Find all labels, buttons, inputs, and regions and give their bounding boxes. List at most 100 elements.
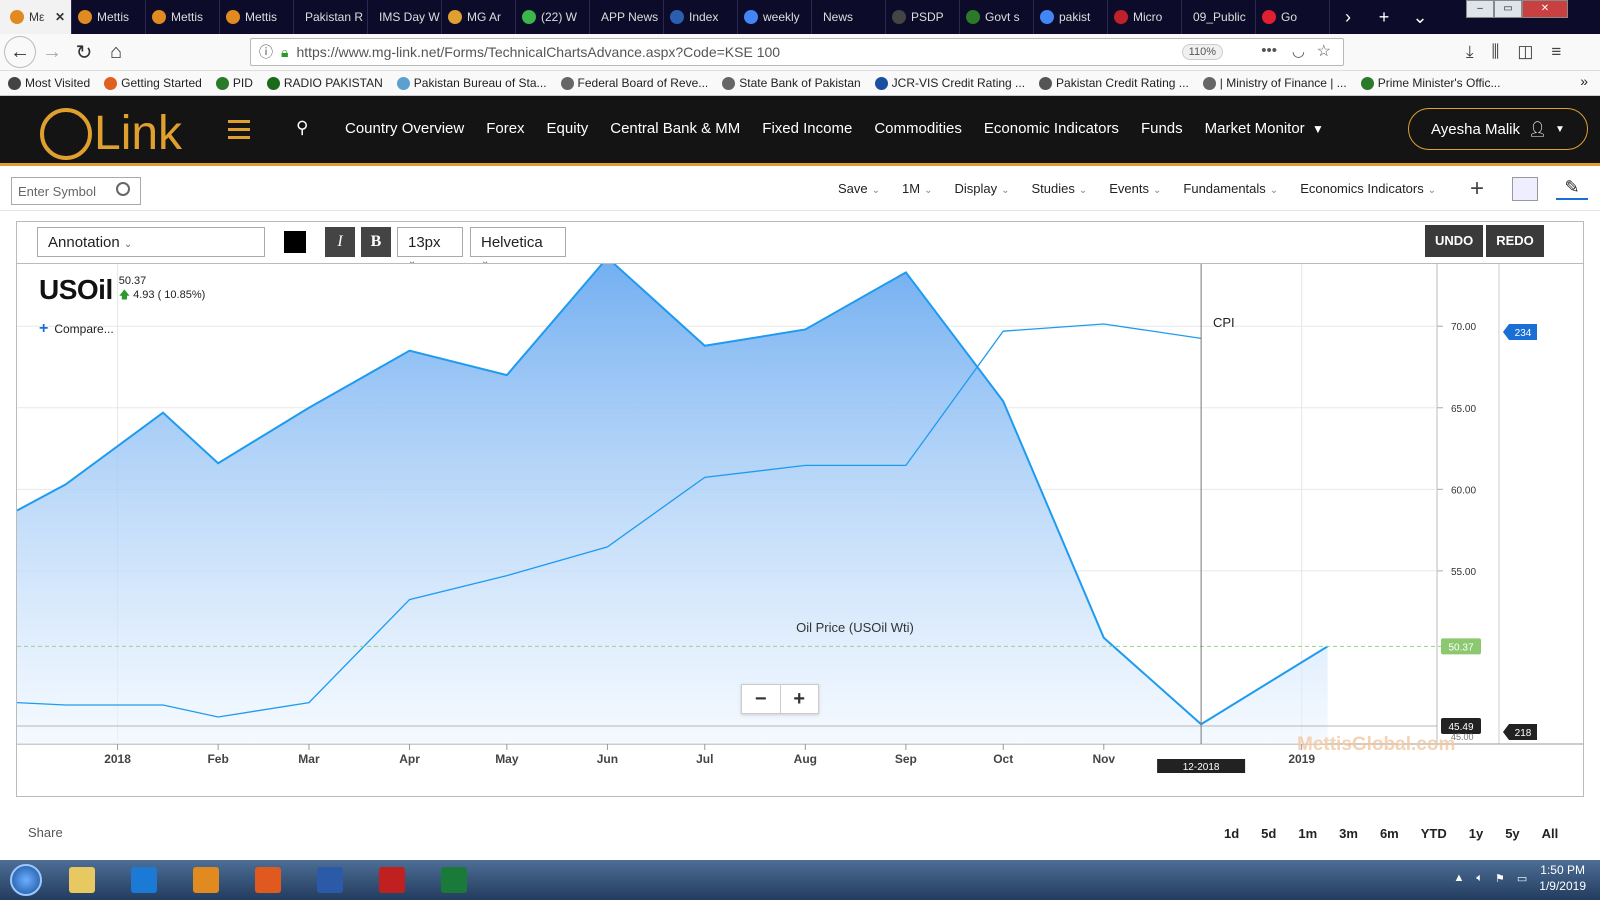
nav-item[interactable]: Central Bank & MM: [610, 120, 740, 137]
new-tab-icon[interactable]: +: [1366, 0, 1402, 34]
browser-tab[interactable]: IMS Day W: [368, 0, 442, 34]
browser-tab[interactable]: 09_Public: [1182, 0, 1256, 34]
library-icon[interactable]: ⫼: [1492, 42, 1500, 62]
nav-item[interactable]: Forex: [486, 120, 524, 137]
user-menu-button[interactable]: Ayesha Malik 👤︎ ▼: [1408, 108, 1588, 150]
range-button[interactable]: YTD: [1421, 826, 1447, 841]
pocket-icon[interactable]: ◡: [1292, 42, 1305, 60]
zoom-out-icon[interactable]: −: [742, 685, 781, 713]
chart-tool-menu[interactable]: Events ⌄: [1109, 181, 1161, 196]
sidebar-icon[interactable]: ◫: [1517, 42, 1533, 62]
chart-tool-menu[interactable]: Save ⌄: [838, 181, 880, 196]
taskbar-app-button[interactable]: [364, 862, 420, 898]
font-family-select[interactable]: Helvetica ⌄: [470, 227, 566, 267]
tab-scroll-right-icon[interactable]: ›: [1330, 0, 1366, 34]
close-window-icon[interactable]: ✕: [1522, 0, 1568, 18]
browser-tab[interactable]: Mettis: [72, 0, 146, 34]
annotation-select[interactable]: Annotation ⌄: [37, 227, 265, 257]
compare-button[interactable]: + Compare...: [39, 320, 114, 338]
chart-tool-menu[interactable]: Studies ⌄: [1032, 181, 1088, 196]
bookmark-item[interactable]: RADIO PAKISTAN: [266, 76, 383, 90]
url-text[interactable]: https://www.mg-link.net/Forms/TechnicalC…: [296, 44, 780, 60]
menu-icon[interactable]: ≡: [1551, 42, 1561, 62]
taskbar-app-button[interactable]: [302, 862, 358, 898]
nav-item[interactable]: Economic Indicators: [984, 120, 1119, 137]
share-link[interactable]: Share: [28, 825, 63, 840]
page-actions-icon[interactable]: •••: [1261, 42, 1277, 59]
close-tab-icon[interactable]: ✕: [55, 10, 65, 24]
bookmark-item[interactable]: State Bank of Pakistan: [722, 76, 861, 90]
nav-item[interactable]: Equity: [547, 120, 589, 137]
browser-tab[interactable]: Mettis: [146, 0, 220, 34]
volume-icon[interactable]: 🔈︎: [1476, 872, 1483, 885]
tab-list-chevron-icon[interactable]: ⌄: [1402, 0, 1438, 34]
browser-tab[interactable]: APP News: [590, 0, 664, 34]
clock[interactable]: 1:50 PM 1/9/2019: [1539, 862, 1586, 894]
browser-tab[interactable]: Micro: [1108, 0, 1182, 34]
range-button[interactable]: 3m: [1339, 826, 1358, 841]
nav-item[interactable]: Market Monitor: [1205, 120, 1305, 137]
nav-item[interactable]: Funds: [1141, 120, 1183, 137]
browser-tab[interactable]: News: [812, 0, 886, 34]
mg-link-logo[interactable]: Link: [40, 106, 182, 161]
browser-tab[interactable]: PSDP: [886, 0, 960, 34]
undo-button[interactable]: UNDO: [1425, 225, 1483, 257]
browser-tab[interactable]: (22) W: [516, 0, 590, 34]
taskbar-app-button[interactable]: [178, 862, 234, 898]
bookmark-item[interactable]: JCR-VIS Credit Rating ...: [874, 76, 1025, 90]
bookmark-item[interactable]: PID: [215, 76, 253, 90]
browser-tab[interactable]: MG Ar: [442, 0, 516, 34]
minimize-window-icon[interactable]: –: [1466, 0, 1494, 18]
url-bar[interactable]: ⓘ 🔒︎ https://www.mg-link.net/Forms/Techn…: [250, 38, 1344, 66]
start-button[interactable]: [4, 861, 48, 899]
chart-tool-menu[interactable]: Economics Indicators ⌄: [1300, 181, 1436, 196]
bookmark-item[interactable]: Getting Started: [104, 76, 202, 90]
bookmark-item[interactable]: Most Visited: [8, 76, 90, 90]
bookmark-item[interactable]: Federal Board of Reve...: [560, 76, 708, 90]
range-button[interactable]: All: [1542, 826, 1559, 841]
nav-item[interactable]: Fixed Income: [762, 120, 852, 137]
draw-pen-icon[interactable]: ✎: [1556, 177, 1588, 200]
range-button[interactable]: 5y: [1505, 826, 1519, 841]
price-chart[interactable]: 70.00 65.00 60.00 55.00 2018 Feb Mar Apr May Jun J…: [17, 264, 1584, 797]
bookmark-item[interactable]: Pakistan Bureau of Sta...: [396, 76, 547, 90]
market-monitor-chevron-icon[interactable]: ▼: [1312, 122, 1324, 136]
zoom-in-icon[interactable]: +: [781, 685, 819, 713]
reload-icon[interactable]: ↻: [68, 36, 100, 68]
browser-tab[interactable]: Index: [664, 0, 738, 34]
range-button[interactable]: 1d: [1224, 826, 1239, 841]
browser-tab[interactable]: Govt s: [960, 0, 1034, 34]
nav-item[interactable]: Commodities: [874, 120, 962, 137]
browser-tab[interactable]: Mettis: [220, 0, 294, 34]
restore-window-icon[interactable]: ▭: [1494, 0, 1522, 18]
bookmark-item[interactable]: Pakistan Credit Rating ...: [1039, 76, 1189, 90]
redo-button[interactable]: REDO: [1486, 225, 1544, 257]
home-icon[interactable]: ⌂: [100, 36, 132, 68]
chart-area[interactable]: 70.00 65.00 60.00 55.00 2018 Feb Mar Apr May Jun J…: [16, 263, 1584, 797]
taskbar-app-button[interactable]: [54, 862, 110, 898]
bookmarks-overflow-icon[interactable]: »: [1580, 73, 1588, 89]
taskbar-app-button[interactable]: [116, 862, 172, 898]
bold-button[interactable]: B: [361, 227, 391, 257]
comment-icon[interactable]: [1512, 177, 1538, 201]
symbol-search-input[interactable]: Enter Symbol: [11, 177, 141, 205]
bookmark-item[interactable]: Prime Minister's Offic...: [1360, 76, 1500, 90]
browser-tab[interactable]: Mε ✕: [0, 0, 72, 34]
browser-tab[interactable]: Pakistan R: [294, 0, 368, 34]
browser-tab[interactable]: weekly: [738, 0, 812, 34]
tray-expand-icon[interactable]: ▲: [1454, 872, 1465, 884]
nav-item[interactable]: Country Overview: [345, 120, 464, 137]
range-button[interactable]: 5d: [1261, 826, 1276, 841]
chart-tool-menu[interactable]: Display ⌄: [954, 181, 1009, 196]
bookmark-star-icon[interactable]: ☆: [1317, 41, 1331, 61]
browser-tab[interactable]: pakist: [1034, 0, 1108, 34]
network-icon[interactable]: ▭: [1517, 872, 1527, 885]
taskbar-app-button[interactable]: [426, 862, 482, 898]
zoom-level-badge[interactable]: 110%: [1181, 44, 1223, 60]
bookmark-item[interactable]: | Ministry of Finance | ...: [1202, 76, 1347, 90]
browser-tab[interactable]: Go: [1256, 0, 1330, 34]
download-icon[interactable]: ⤓: [1466, 42, 1474, 62]
forward-arrow-icon[interactable]: →: [36, 36, 68, 68]
color-swatch[interactable]: [284, 231, 306, 253]
range-button[interactable]: 1y: [1469, 826, 1483, 841]
